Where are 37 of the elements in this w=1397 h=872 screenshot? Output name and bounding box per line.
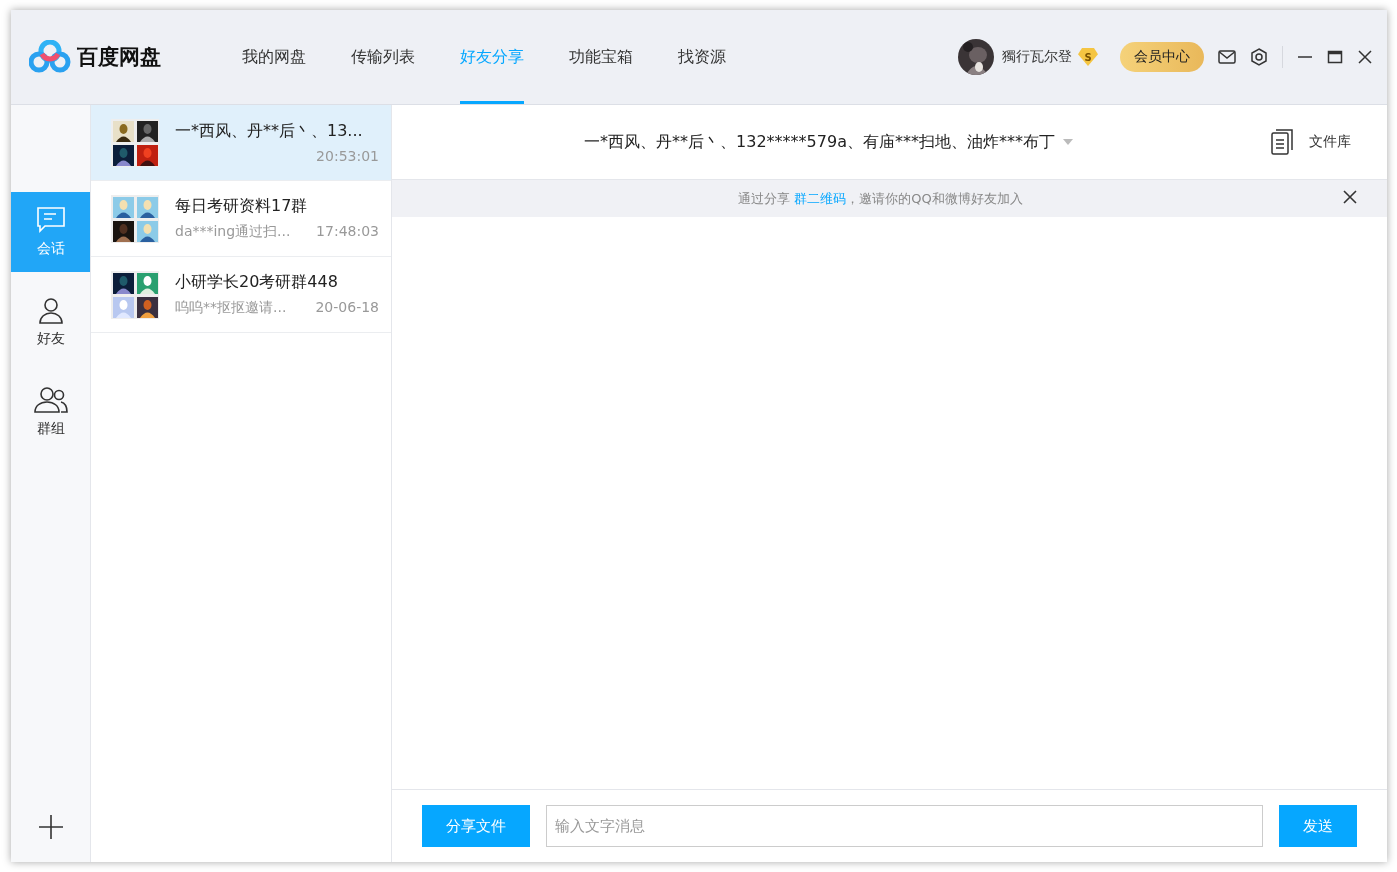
conversation-time: 20-06-18 [315,299,379,317]
conversation-time: 17:48:03 [316,223,379,241]
conversation-title: 一*西风、丹**后丶、13... [175,121,364,142]
sidebar-label: 群组 [36,420,65,438]
vip-badge: S [1078,48,1098,66]
sidebar-label: 好友 [36,330,65,348]
vip-center-button[interactable]: 会员中心 [1120,42,1204,72]
message-input[interactable]: 输入文字消息 [546,805,1263,847]
mail-icon[interactable] [1218,50,1236,64]
nav-tab[interactable]: 功能宝箱 [569,10,633,104]
sidebar-item[interactable]: 群组 [11,372,90,452]
conversation-item[interactable]: 一*西风、丹**后丶、13... 20:53:01 [91,105,391,181]
conversation-preview: 呜呜**抠抠邀请... [175,299,287,317]
conversation-time: 20:53:01 [316,148,379,164]
plus-icon[interactable] [37,814,64,840]
group-icon [33,386,68,414]
nav-tab[interactable]: 找资源 [678,10,726,104]
file-library-button[interactable]: 文件库 [1265,128,1357,156]
user-name: 獨行瓦尔登 [1002,48,1072,66]
document-icon [1271,129,1293,155]
settings-icon[interactable] [1250,48,1268,66]
invite-notice: 通过分享 群二维码，邀请你的QQ和微博好友加入 [738,189,1023,208]
app-name: 百度网盘 [77,44,161,71]
sidebar-item[interactable]: 好友 [11,282,90,362]
close-icon[interactable] [1357,49,1373,65]
person-icon [36,296,65,324]
conversation-title: 每日考研资料17群 [175,196,309,217]
cloud-logo-icon [29,40,71,74]
nav-tab[interactable]: 我的网盘 [242,10,306,104]
close-icon[interactable] [1343,190,1357,204]
conversation-title: 小研学长20考研群448 [175,272,339,293]
chat-title: 一*西风、丹**后丶、132*****579a、有庙***扫地、油炸***布丁 [584,131,1055,153]
chat-icon [35,206,66,234]
maximize-icon[interactable] [1327,49,1343,65]
conversation-preview: da***ing通过扫... [175,223,291,241]
nav-tab[interactable]: 传输列表 [351,10,415,104]
sidebar-label: 会话 [36,240,65,258]
